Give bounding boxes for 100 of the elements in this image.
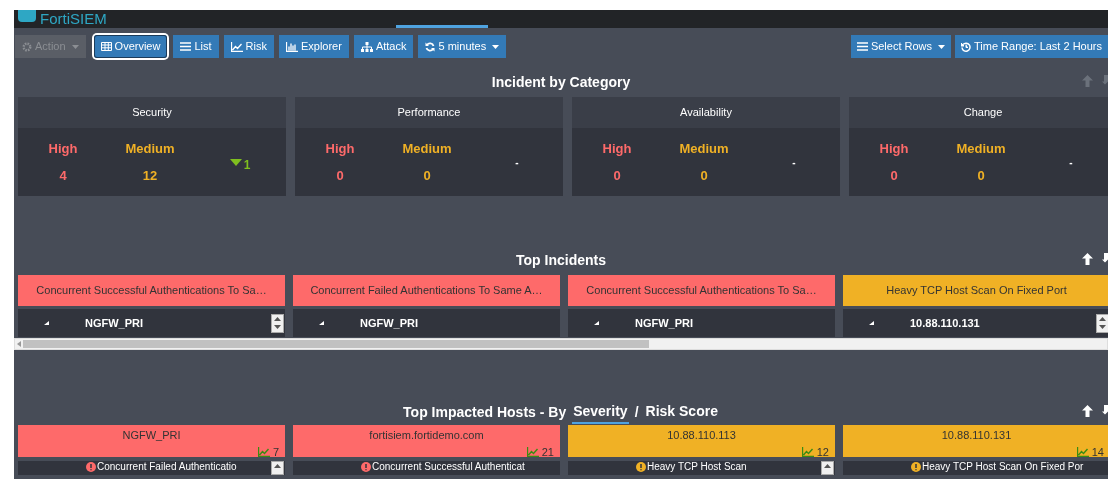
caret-icon — [492, 44, 500, 49]
card-title: Performance — [397, 105, 461, 121]
high-label: High — [602, 139, 632, 158]
scrollbar-thumb[interactable] — [23, 340, 649, 348]
incident-count: 14 — [1091, 444, 1104, 460]
spinner-control[interactable] — [271, 313, 284, 333]
list-icon — [856, 42, 868, 51]
host-name: NGFW_PRI — [360, 315, 420, 331]
incident-header[interactable]: Concurrent Failed Authentications To Same A… — [293, 275, 560, 306]
up-arrow-icon[interactable] — [1082, 253, 1093, 265]
triangle-icon — [44, 321, 49, 325]
high-label: High — [879, 139, 909, 158]
table-icon — [100, 42, 112, 51]
section-title: Incident by Category — [491, 72, 631, 92]
medium-count: 0 — [423, 167, 431, 185]
down-triangle-icon — [229, 158, 242, 166]
trend-chart-icon — [1076, 446, 1089, 457]
medium-label: Medium — [402, 139, 452, 158]
toolbar-button[interactable]: 5 minutes — [418, 35, 507, 58]
incident-count: 21 — [541, 444, 554, 460]
down-triangle-icon[interactable] — [1099, 325, 1106, 330]
sort-option[interactable]: Risk Score — [644, 400, 719, 424]
refresh-icon — [425, 41, 436, 52]
medium-label: Medium — [956, 139, 1006, 158]
trend-value: - — [1069, 155, 1073, 170]
trend-chart-icon — [801, 446, 814, 457]
gear-icon — [22, 41, 32, 52]
sitemap-icon — [360, 41, 373, 52]
host-header[interactable]: 10.88.110.131 14 — [843, 425, 1108, 457]
incident-count: 12 — [816, 444, 829, 460]
bar-chart-icon — [285, 41, 298, 52]
host-name: 10.88.110.131 — [910, 315, 981, 331]
list-icon — [180, 42, 192, 51]
caret-icon — [938, 44, 945, 49]
up-triangle-icon[interactable] — [274, 464, 281, 468]
horizontal-scrollbar[interactable] — [14, 338, 1108, 350]
high-count: 0 — [336, 167, 344, 185]
logo-text: FortiSIEM — [40, 10, 107, 27]
toolbar-button[interactable]: Explorer — [278, 35, 349, 58]
medium-count: 12 — [142, 167, 158, 185]
medium-label: Medium — [125, 139, 175, 158]
toolbar-button[interactable]: Select Rows — [850, 35, 951, 58]
high-count: 4 — [59, 167, 67, 185]
section-title: Top Impacted Hosts - By — [403, 402, 567, 422]
spinner-control[interactable] — [271, 461, 284, 475]
up-triangle-icon[interactable] — [1099, 316, 1106, 321]
trend-chart-icon — [257, 446, 270, 457]
high-label: High — [325, 139, 355, 158]
incident-header[interactable]: Concurrent Successful Authentications To Sa… — [568, 275, 835, 306]
line-chart-icon — [230, 41, 243, 52]
down-arrow-icon[interactable] — [1102, 405, 1108, 417]
card-title: Security — [132, 105, 172, 121]
toolbar-button[interactable]: Attack — [353, 35, 414, 58]
high-count: 0 — [890, 167, 898, 185]
trend-value: 1 — [243, 157, 251, 174]
high-label: High — [48, 139, 78, 158]
triangle-icon — [319, 321, 324, 325]
incident-name: Heavy TCP Host Scan — [647, 461, 747, 473]
toolbar-button[interactable]: Risk — [223, 35, 274, 58]
host-name: NGFW_PRI — [85, 315, 145, 331]
incident-header[interactable]: Heavy TCP Host Scan On Fixed Port — [843, 275, 1108, 306]
down-triangle-icon[interactable] — [274, 325, 281, 330]
toolbar-button[interactable]: Overview — [93, 35, 168, 58]
host-name: NGFW_PRI — [122, 428, 181, 443]
separator-text: / — [634, 402, 639, 422]
incident-header[interactable]: Concurrent Successful Authentications To Sa… — [18, 275, 285, 306]
spinner-control[interactable] — [1096, 313, 1108, 333]
spinner-control[interactable] — [821, 461, 834, 475]
up-triangle-icon[interactable] — [274, 316, 281, 321]
medium-count: 0 — [977, 167, 985, 185]
host-name: fortisiem.fortidemo.com — [369, 428, 484, 443]
medium-count: 0 — [700, 167, 708, 185]
incident-name: Concurrent Failed Authenticatio — [97, 461, 237, 473]
incident-name: Heavy TCP Host Scan On Fixed Por — [922, 461, 1084, 473]
caret-icon — [71, 44, 79, 49]
host-name: 10.88.110.131 — [941, 428, 1012, 443]
incident-name: Concurrent Successful Authenticat — [372, 461, 525, 473]
up-arrow-icon[interactable] — [1082, 405, 1093, 417]
host-name: NGFW_PRI — [635, 315, 695, 331]
trend-value: - — [515, 155, 519, 170]
host-header[interactable]: NGFW_PRI 7 — [18, 425, 285, 457]
incident-count: 7 — [272, 444, 279, 460]
host-header[interactable]: fortisiem.fortidemo.com 21 — [293, 425, 560, 457]
card-title: Availability — [680, 105, 732, 121]
medium-label: Medium — [679, 139, 729, 158]
host-header[interactable]: 10.88.110.113 12 — [568, 425, 835, 457]
trend-value: - — [792, 155, 796, 170]
toolbar-button[interactable]: Time Range: Last 2 Hours — [955, 35, 1108, 58]
toolbar-button[interactable]: List — [173, 35, 219, 58]
sort-option[interactable]: Severity — [572, 400, 629, 424]
history-icon — [961, 41, 971, 52]
trend-chart-icon — [526, 446, 539, 457]
section-title: Top Incidents — [516, 250, 606, 270]
up-triangle-icon[interactable] — [824, 464, 831, 468]
high-count: 0 — [613, 167, 621, 185]
down-arrow-icon[interactable] — [1102, 253, 1108, 265]
host-name: 10.88.110.113 — [667, 428, 736, 443]
triangle-icon — [594, 321, 599, 325]
card-title: Change — [963, 105, 1003, 121]
triangle-icon — [869, 321, 874, 325]
